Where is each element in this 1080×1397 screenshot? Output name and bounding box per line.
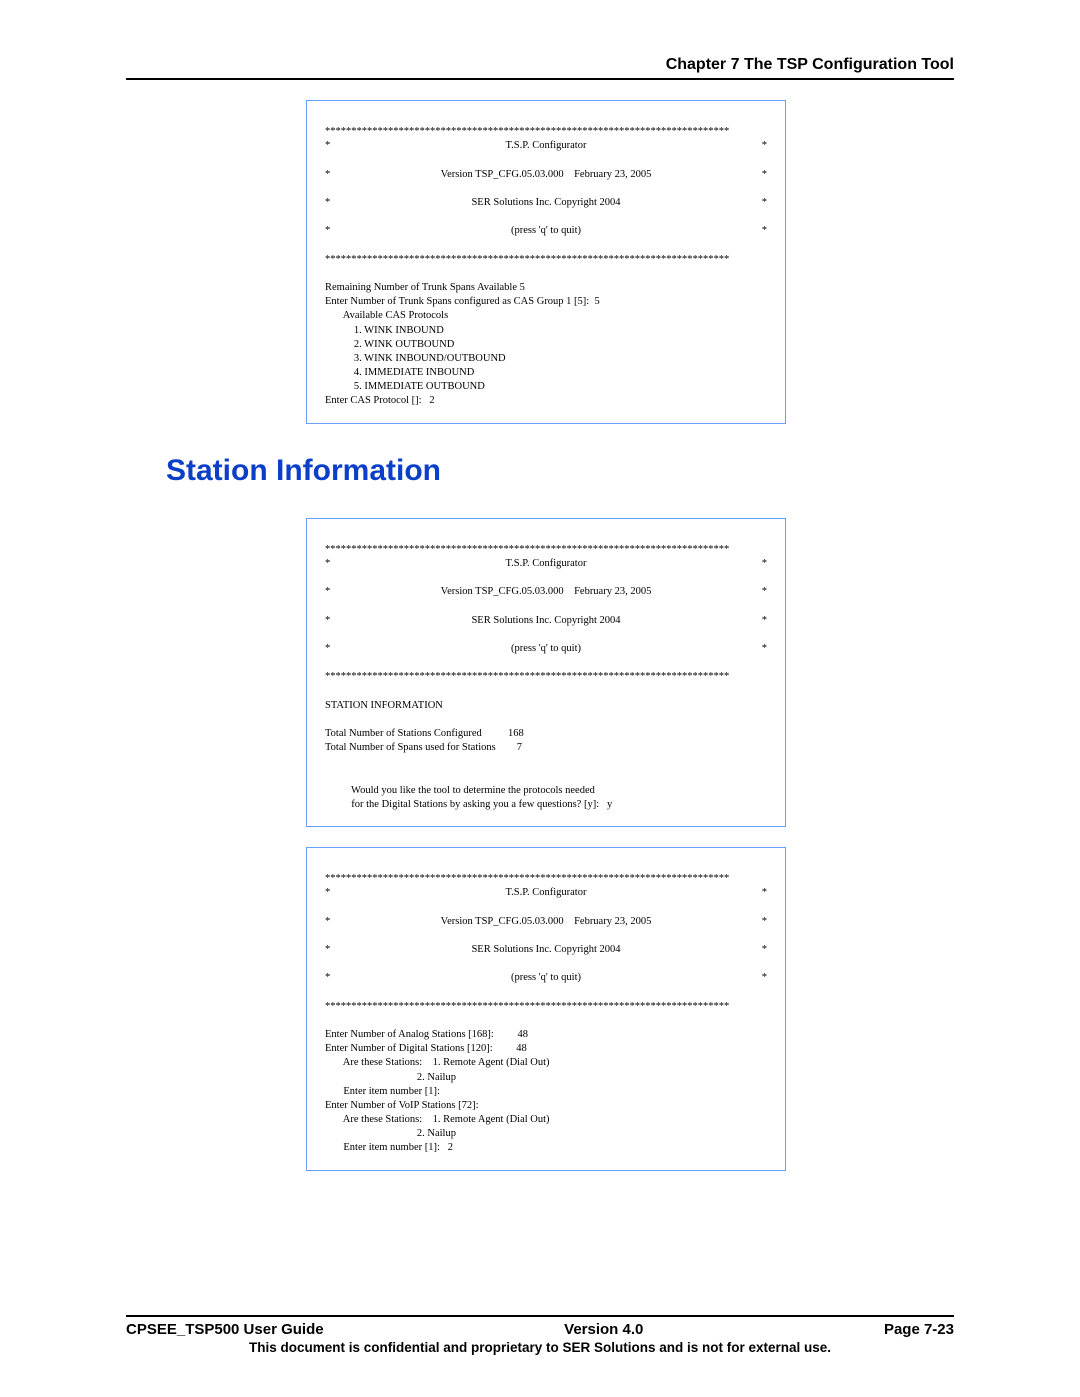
page-footer: CPSEE_TSP500 User Guide Version 4.0 Page…	[126, 1315, 954, 1355]
chapter-title: Chapter 7 The TSP Configuration Tool	[126, 56, 954, 74]
terminal-box-station-counts: ****************************************…	[306, 847, 786, 1171]
line: Enter CAS Protocol []: 2	[325, 395, 435, 406]
terminal-box-cas: ****************************************…	[306, 100, 786, 424]
line: 5. IMMEDIATE OUTBOUND	[325, 381, 485, 392]
starline: ****************************************…	[325, 1001, 729, 1012]
line: Would you like the tool to determine the…	[325, 785, 595, 796]
line: Total Number of Stations Configured 168	[325, 728, 524, 739]
footer-rule	[126, 1315, 954, 1317]
line: STATION INFORMATION	[325, 700, 443, 711]
line: 2. Nailup	[325, 1128, 456, 1139]
starline: ****************************************…	[325, 671, 729, 682]
line: 3. WINK INBOUND/OUTBOUND	[325, 353, 506, 364]
line: 2. WINK OUTBOUND	[325, 339, 454, 350]
line: Total Number of Spans used for Stations …	[325, 742, 522, 753]
starline: ****************************************…	[325, 126, 729, 137]
document-page: Chapter 7 The TSP Configuration Tool ***…	[0, 0, 1080, 1397]
line: 2. Nailup	[325, 1072, 456, 1083]
footer-confidential-note: This document is confidential and propri…	[126, 1340, 954, 1355]
starline: ****************************************…	[325, 873, 729, 884]
footer-page-number: Page 7-23	[884, 1321, 954, 1338]
line: 4. IMMEDIATE INBOUND	[325, 367, 474, 378]
line: Enter Number of VoIP Stations [72]:	[325, 1100, 479, 1111]
line: 1. WINK INBOUND	[325, 325, 444, 336]
section-heading: Station Information	[166, 454, 954, 488]
terminal-box-station-info: ****************************************…	[306, 518, 786, 827]
starline: ****************************************…	[325, 254, 729, 265]
line: Available CAS Protocols	[325, 310, 448, 321]
line: Remaining Number of Trunk Spans Availabl…	[325, 282, 525, 293]
starline: ****************************************…	[325, 544, 729, 555]
line: Enter Number of Trunk Spans configured a…	[325, 296, 600, 307]
page-header: Chapter 7 The TSP Configuration Tool	[126, 56, 954, 80]
footer-doc-title: CPSEE_TSP500 User Guide	[126, 1321, 324, 1338]
line: Enter Number of Digital Stations [120]: …	[325, 1043, 527, 1054]
line: Enter item number [1]: 2	[325, 1142, 453, 1153]
line: Are these Stations: 1. Remote Agent (Dia…	[325, 1114, 550, 1125]
line: for the Digital Stations by asking you a…	[325, 799, 612, 810]
line: Enter Number of Analog Stations [168]: 4…	[325, 1029, 528, 1040]
line: Enter item number [1]:	[325, 1086, 440, 1097]
footer-version: Version 4.0	[564, 1321, 643, 1338]
line: Are these Stations: 1. Remote Agent (Dia…	[325, 1057, 550, 1068]
